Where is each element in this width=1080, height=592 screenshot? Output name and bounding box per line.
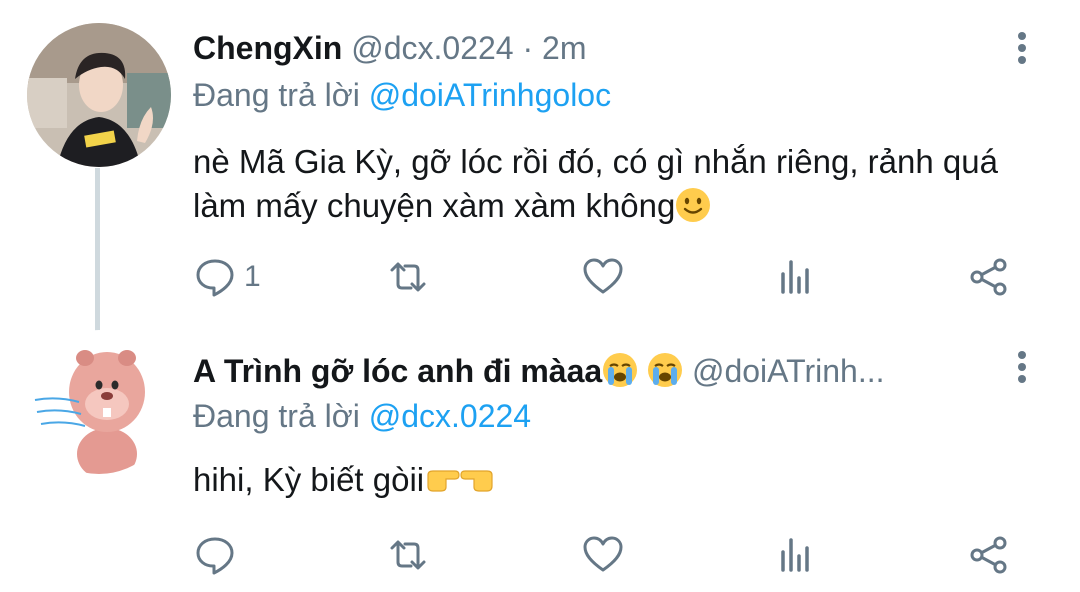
pointing-right-hand-icon (424, 461, 460, 497)
tweet-actions (0, 530, 1080, 580)
replying-to: Đang trả lời @doiATrinhgoloc (193, 77, 611, 114)
timestamp[interactable]: 2m (542, 30, 586, 66)
replying-mention[interactable]: @doiATrinhgoloc (369, 77, 611, 113)
analytics-button[interactable] (775, 530, 817, 580)
more-options-icon[interactable] (1010, 348, 1034, 388)
tweet-text-content: hihi, Kỳ biết gòii (193, 461, 425, 498)
replying-label: Đang trả lời (193, 77, 360, 113)
heart-icon (583, 536, 623, 572)
replying-mention[interactable]: @dcx.0224 (369, 398, 531, 434)
separator: · (522, 30, 534, 66)
handle[interactable]: @dcx.0224 (351, 30, 513, 66)
reply-count: 1 (244, 260, 261, 293)
tweet[interactable]: A Trình gỡ lóc anh đi màaa @doiATrinh...… (0, 330, 1080, 592)
analytics-icon (781, 260, 809, 294)
reply-button[interactable]: 1 (194, 252, 261, 302)
replying-label: Đang trả lời (193, 398, 360, 434)
avatar[interactable] (27, 330, 171, 474)
tweet-actions: 1 (0, 252, 1080, 302)
loudly-crying-face-icon (602, 352, 638, 388)
share-button[interactable] (968, 252, 1010, 302)
display-name[interactable]: A Trình gỡ lóc anh đi màaa (193, 353, 602, 389)
heart-icon (583, 258, 623, 294)
retweet-icon (390, 540, 426, 570)
share-icon (970, 536, 1007, 574)
person-photo-icon (27, 23, 171, 167)
tweet-text: hihi, Kỳ biết gòii (193, 458, 1053, 502)
retweet-button[interactable] (387, 252, 429, 302)
reply-button[interactable] (194, 530, 244, 580)
share-icon (970, 258, 1007, 296)
tweet-text-content: nè Mã Gia Kỳ, gỡ lóc rồi đó, có gì nhắn … (193, 143, 998, 224)
pointing-left-hand-icon (460, 461, 496, 497)
handle[interactable]: @doiATrinh... (692, 353, 885, 389)
tweet-header: ChengXin @dcx.0224 · 2m (193, 30, 586, 67)
avatar[interactable] (27, 23, 171, 167)
more-options-icon[interactable] (1010, 29, 1034, 69)
tweet[interactable]: ChengXin @dcx.0224 · 2m Đang trả lời @do… (0, 0, 1080, 340)
tweet-text: nè Mã Gia Kỳ, gỡ lóc rồi đó, có gì nhắn … (193, 140, 1053, 228)
retweet-button[interactable] (387, 530, 429, 580)
pink-beaver-icon (27, 330, 171, 474)
tweet-header: A Trình gỡ lóc anh đi màaa @doiATrinh... (193, 352, 885, 390)
replying-to: Đang trả lời @dcx.0224 (193, 398, 531, 435)
retweet-icon (390, 262, 426, 292)
share-button[interactable] (968, 530, 1010, 580)
reply-icon (196, 537, 234, 575)
slightly-smiling-face-icon (675, 187, 711, 223)
loudly-crying-face-icon (647, 352, 683, 388)
analytics-button[interactable] (775, 252, 817, 302)
like-button[interactable] (582, 252, 624, 302)
analytics-icon (781, 538, 809, 572)
display-name[interactable]: ChengXin (193, 30, 342, 66)
like-button[interactable] (582, 530, 624, 580)
reply-icon (196, 259, 234, 297)
